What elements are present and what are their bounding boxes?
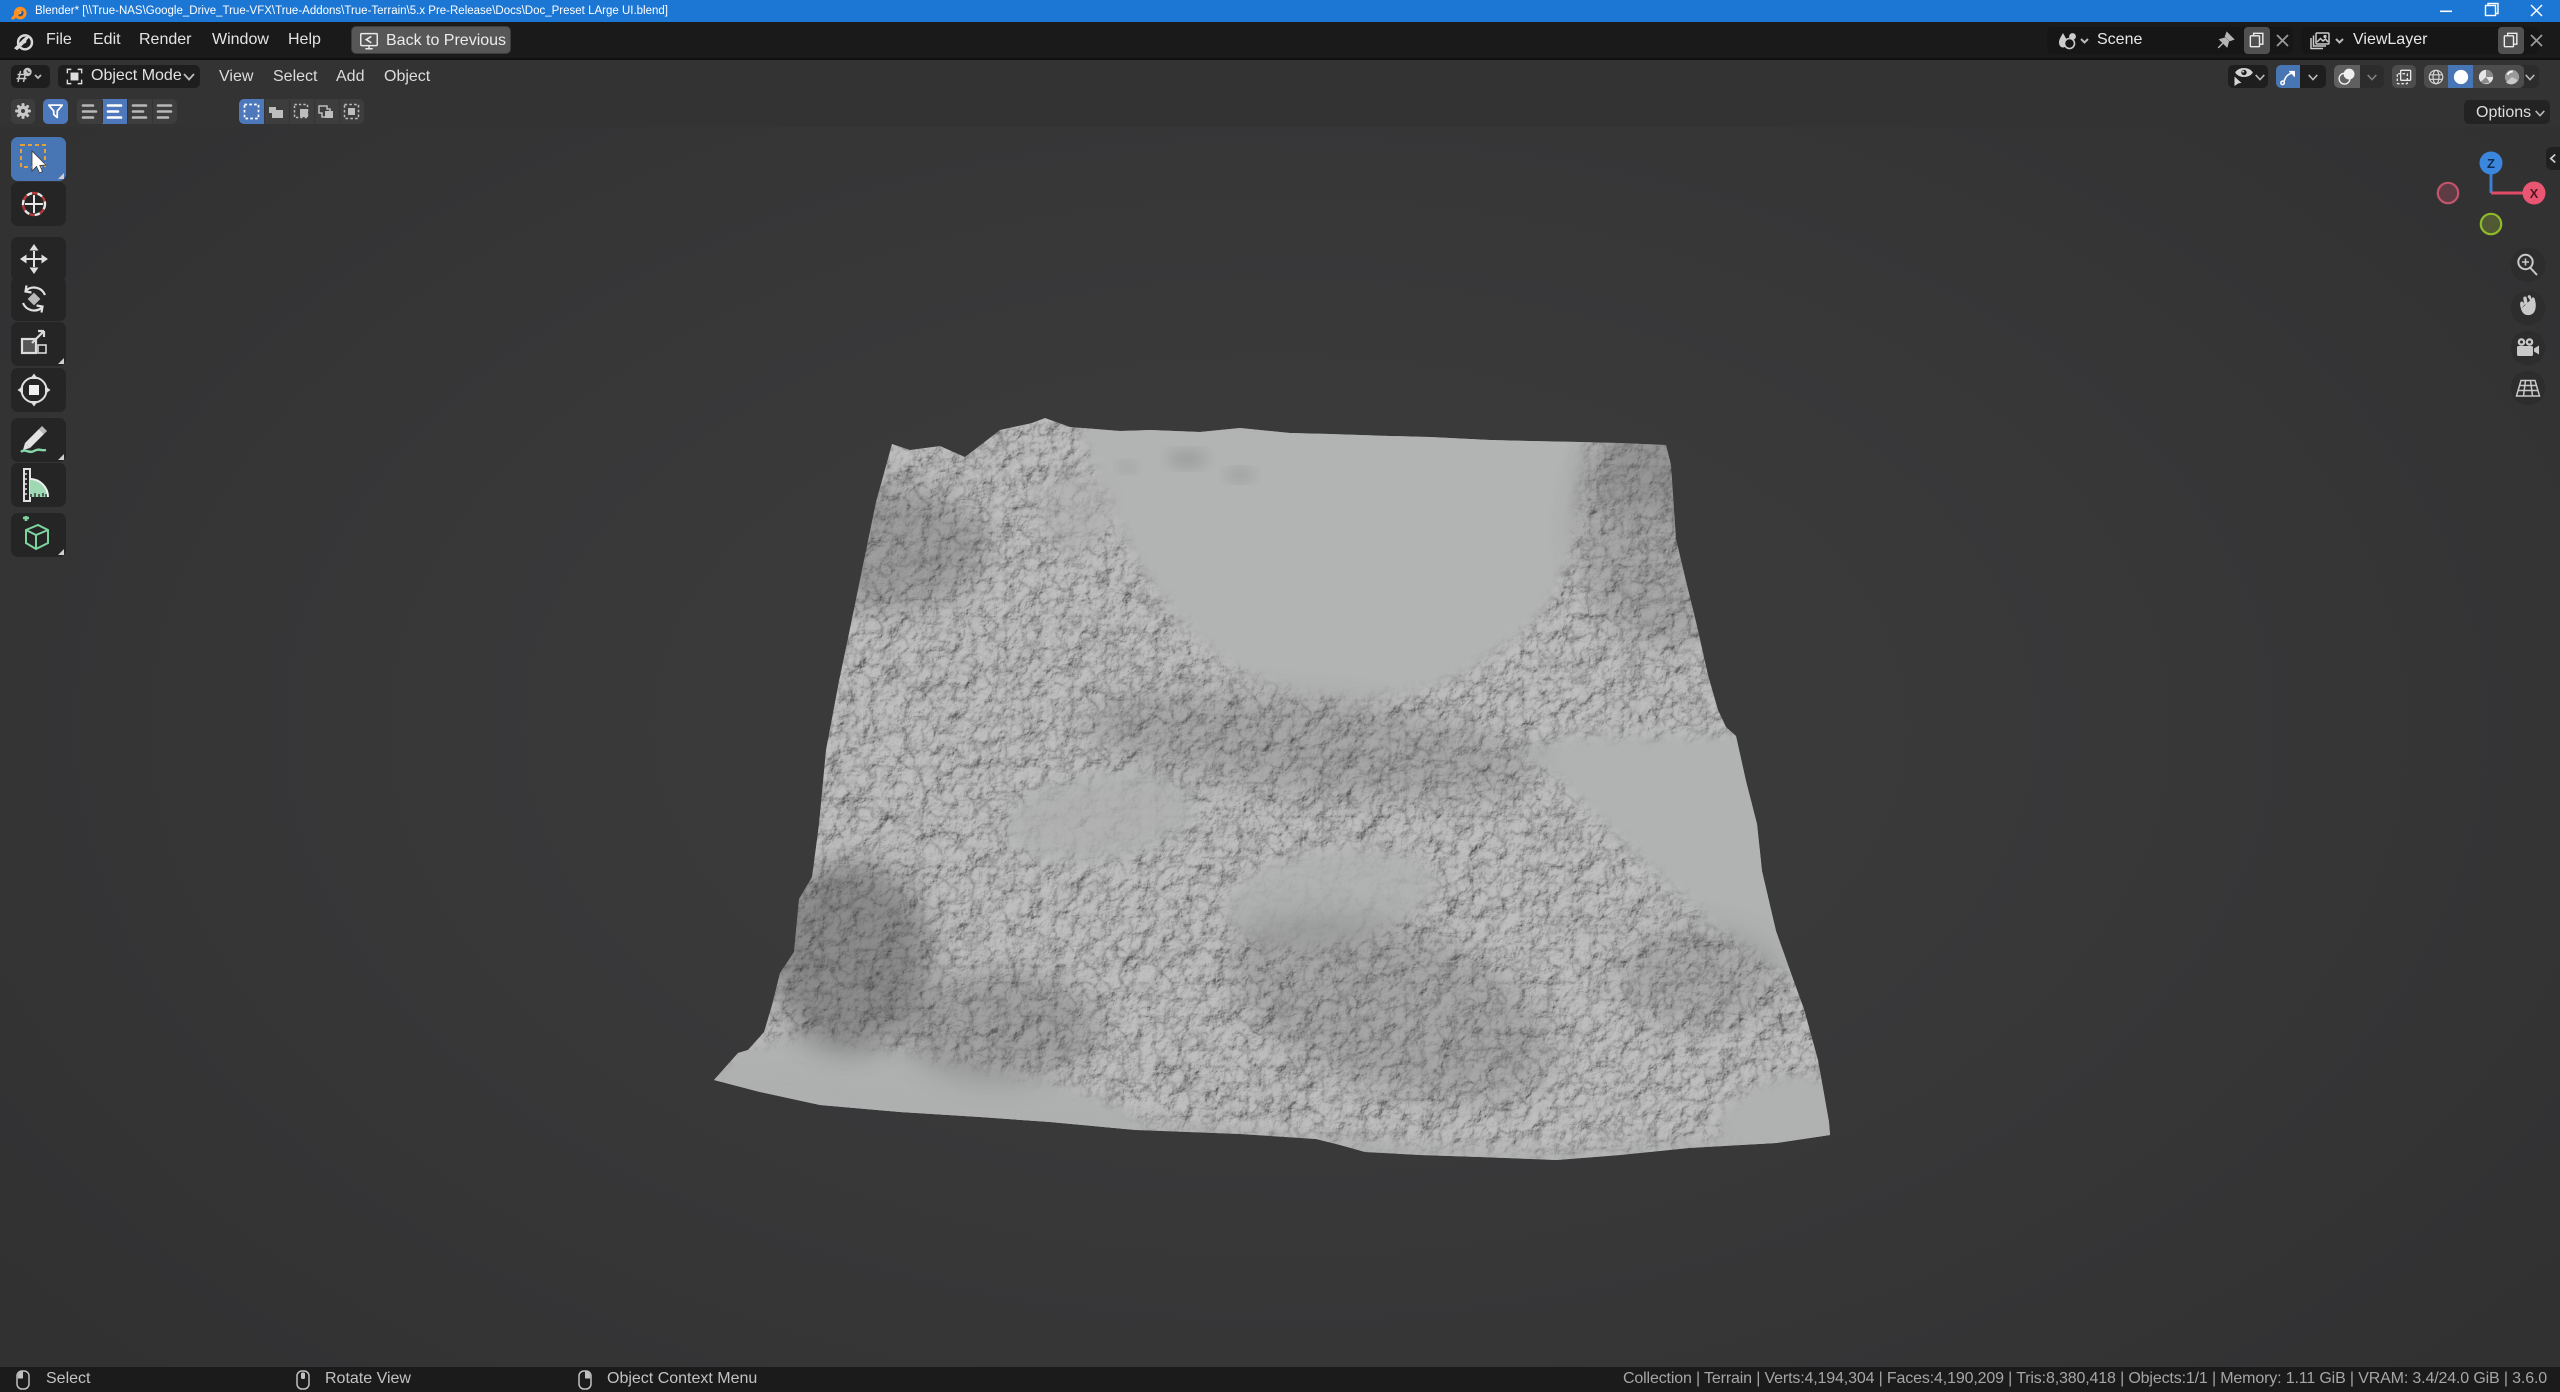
svg-text:X: X <box>2530 186 2539 201</box>
svg-text:Z: Z <box>2487 156 2495 171</box>
